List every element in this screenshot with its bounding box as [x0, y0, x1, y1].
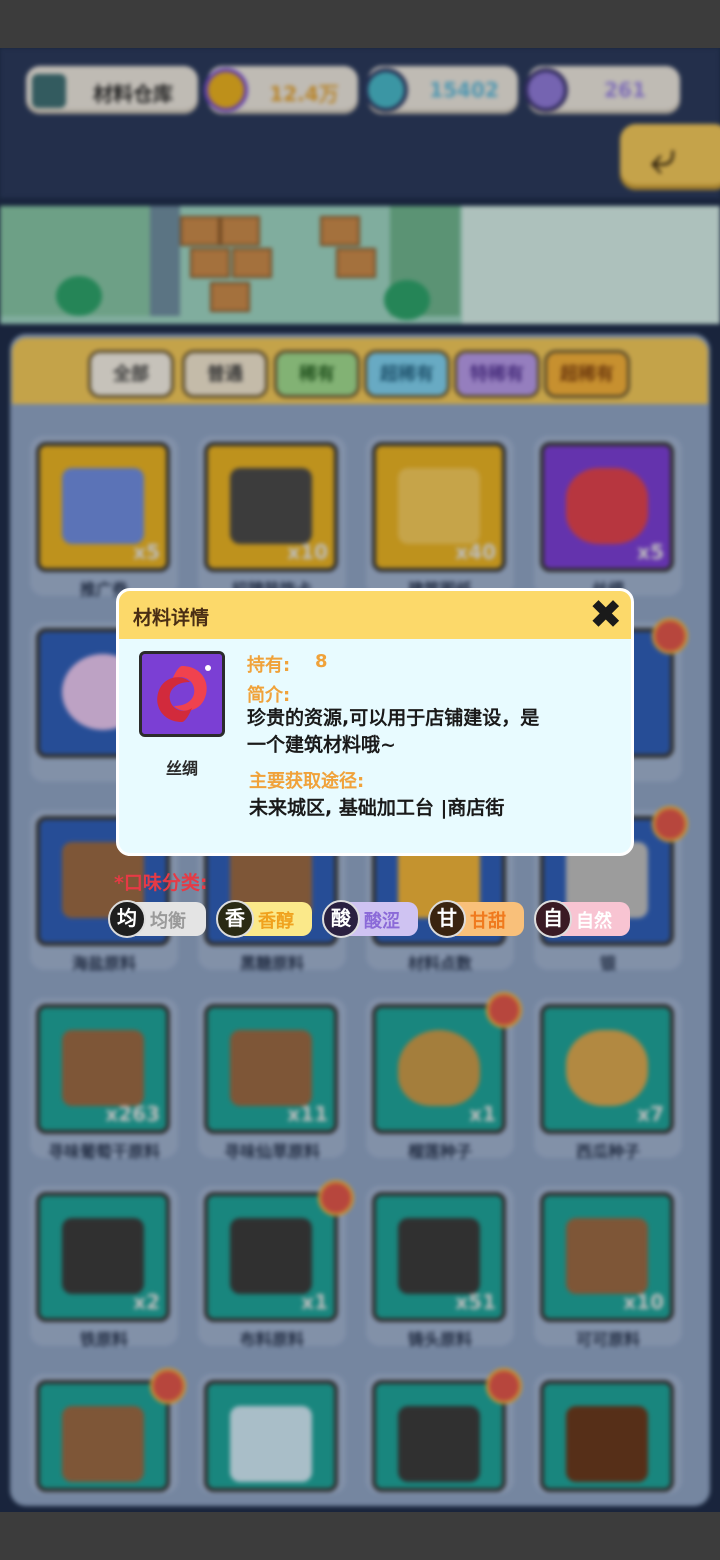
source-label: 主要获取途径: — [249, 771, 365, 792]
item-name: 丝绸 — [165, 759, 198, 778]
taste-mellow: 香 香醇 — [216, 900, 312, 938]
close-icon[interactable]: ✖ — [589, 593, 623, 637]
taste-balanced-icon: 均 — [108, 900, 146, 938]
taste-mellow-icon: 香 — [216, 900, 254, 938]
taste-sweet-icon: 甘 — [428, 900, 466, 938]
taste-label: 酸涩 — [364, 911, 400, 932]
taste-natural-icon: 自 — [534, 900, 572, 938]
intro-text-line1: 珍贵的资源,可以用于店铺建设，是 — [247, 707, 540, 729]
taste-label: 甘甜 — [470, 911, 506, 932]
item-icon-frame — [139, 651, 225, 737]
taste-label: 自然 — [576, 911, 612, 932]
intro-label: 简介: — [247, 685, 291, 706]
dialog-title: 材料详情 — [133, 607, 210, 629]
taste-sweet: 甘 甘甜 — [428, 900, 524, 938]
dialog-header: 材料详情 ✖ — [119, 591, 631, 639]
taste-heading: *口味分类: — [114, 872, 208, 894]
system-nav-bar — [0, 1512, 720, 1560]
material-detail-dialog: 材料详情 ✖ 丝绸 持有: 8 简介: 珍贵的资源,可以用于店铺建设，是 一个建… — [116, 588, 634, 856]
system-status-bar — [0, 0, 720, 48]
source-text: 未来城区, 基础加工台 |商店街 — [249, 797, 505, 819]
taste-balanced: 均 均衡 — [108, 900, 206, 938]
taste-sour-icon: 酸 — [322, 900, 360, 938]
taste-natural: 自 自然 — [534, 900, 630, 938]
taste-sour: 酸 酸涩 — [322, 900, 418, 938]
own-value: 8 — [315, 651, 328, 672]
intro-text-line2: 一个建筑材料哦~ — [247, 734, 396, 756]
silk-icon — [142, 654, 222, 734]
own-label: 持有: — [247, 655, 291, 676]
taste-label: 均衡 — [150, 911, 186, 932]
taste-label: 香醇 — [258, 911, 294, 932]
